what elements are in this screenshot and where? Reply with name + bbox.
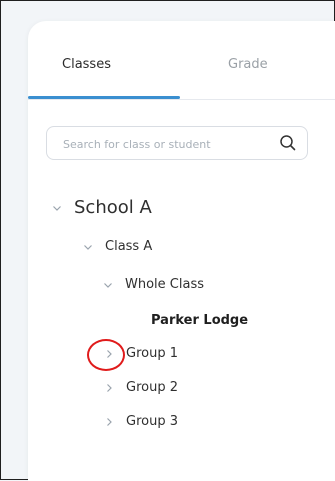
tab-classes[interactable]: Classes: [62, 57, 111, 72]
tree-item-label: Group 3: [126, 414, 178, 429]
tree-item-label: School A: [74, 197, 152, 218]
tree-item-whole-class[interactable]: Whole Class: [103, 277, 204, 292]
app-frame: Classes Grade School A: [0, 0, 335, 481]
tree-item-group[interactable]: Group 1: [104, 346, 178, 361]
tab-grade[interactable]: Grade: [228, 57, 268, 72]
chevron-down-icon[interactable]: [103, 280, 113, 290]
tree-item-class[interactable]: Class A: [83, 239, 152, 254]
tree-item-group[interactable]: Group 3: [104, 414, 178, 429]
tab-bar: Classes Grade: [28, 21, 335, 100]
chevron-down-icon[interactable]: [52, 203, 62, 213]
search-input[interactable]: [61, 134, 265, 154]
tree-item-label: Group 1: [126, 346, 178, 361]
tree-item-student[interactable]: Parker Lodge: [151, 313, 248, 328]
search-box: [46, 126, 308, 160]
tree-item-label: Class A: [105, 239, 153, 254]
search-icon[interactable]: [279, 134, 297, 152]
chevron-right-icon[interactable]: [104, 383, 114, 393]
tree-item-school[interactable]: School A: [52, 197, 152, 218]
class-navigator-panel: Classes Grade School A: [28, 21, 335, 481]
chevron-down-icon[interactable]: [83, 242, 93, 252]
chevron-right-icon[interactable]: [104, 417, 114, 427]
student-name: Parker Lodge: [151, 313, 249, 328]
chevron-right-icon[interactable]: [104, 349, 114, 359]
tree-item-group[interactable]: Group 2: [104, 380, 178, 395]
tree-item-label: Whole Class: [125, 277, 204, 292]
tree-item-label: Group 2: [126, 380, 178, 395]
active-tab-indicator: [28, 96, 180, 99]
